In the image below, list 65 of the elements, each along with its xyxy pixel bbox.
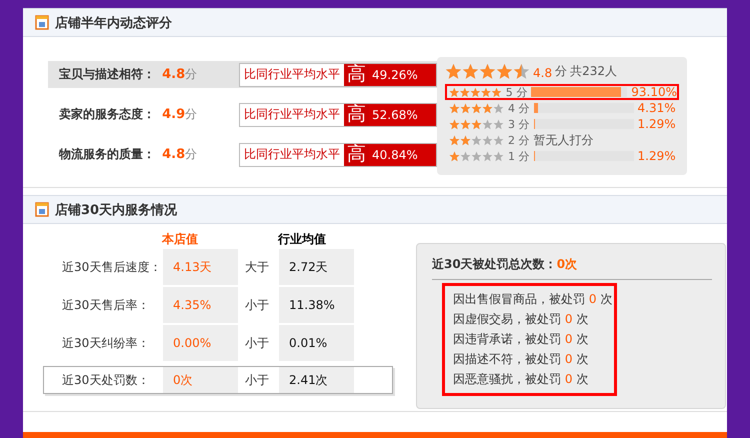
average-score: 4.8	[533, 66, 552, 80]
penalty-count: 0次	[556, 256, 578, 273]
shop-value: 4.35%	[163, 287, 238, 323]
selected-row[interactable]: 近30天处罚数： 0次 小于 2.41次	[43, 366, 393, 394]
comparison-text: 大于	[244, 258, 270, 276]
percent-value: 1.29%	[638, 117, 676, 131]
no-rating-text: 暂无人打分	[534, 132, 594, 148]
percent-value: 4.31%	[638, 101, 676, 115]
rating-label: 卖家的服务态度：	[59, 106, 156, 123]
penalty-item: 因恶意骚扰，被处罚 0 次	[453, 371, 590, 388]
row-label: 近30天纠纷率：	[61, 334, 150, 352]
rater-count: 共232人	[570, 63, 617, 80]
penalty-title: 近30天被处罚总次数：	[432, 256, 557, 273]
column-header: 行业均值	[278, 231, 326, 248]
rating-row[interactable]: 宝贝与描述相符： 4.8分 比同行业平均水平 高 49.26%	[48, 61, 437, 88]
grade-text: 高	[344, 144, 369, 166]
row-label: 近30天售后率：	[61, 296, 150, 314]
row-label: 近30天处罚数：	[61, 372, 150, 388]
industry-value: 0.01%	[279, 325, 354, 361]
rating-score: 4.9	[162, 107, 186, 122]
rating-score: 4.8	[162, 147, 186, 162]
comparison-text: 小于	[244, 334, 270, 352]
rating-label: 物流服务的质量：	[59, 146, 156, 163]
industry-value: 11.38%	[279, 287, 354, 323]
section-title: 店铺半年内动态评分	[55, 14, 172, 32]
penalty-item: 因违背承诺，被处罚 0 次	[453, 331, 590, 348]
grade-text: 高	[344, 64, 369, 86]
industry-value: 2.41次	[279, 367, 354, 393]
rating-label: 宝贝与描述相符：	[59, 66, 156, 83]
penalty-item: 因描述不符，被处罚 0 次	[453, 351, 590, 368]
star-label: 4 分	[508, 100, 530, 116]
rating-row[interactable]: 卖家的服务态度： 4.9分 比同行业平均水平 高 52.68%	[48, 101, 437, 128]
score-unit: 分	[185, 66, 198, 83]
penalty-item: 因虚假交易，被处罚 0 次	[453, 311, 590, 328]
store-icon	[35, 15, 49, 30]
comparison-text: 小于	[244, 296, 270, 314]
shop-value: 0.00%	[163, 325, 238, 361]
comparison-text: 小于	[244, 372, 270, 388]
row-label: 近30天售后速度：	[61, 258, 162, 276]
score-unit: 分	[185, 106, 198, 123]
column-header: 本店值	[162, 231, 199, 248]
comparison-percent: 52.68%	[369, 104, 436, 126]
comparison-percent: 40.84%	[369, 144, 436, 166]
percent-value: 93.10%	[631, 85, 677, 99]
table-row[interactable]: 近30天纠纷率： 0.00% 小于 0.01%	[43, 324, 393, 362]
rating-score: 4.8	[162, 67, 186, 82]
table-row[interactable]: 近30天售后速度： 4.13天 大于 2.72天	[43, 248, 393, 286]
comparison-text: 比同行业平均水平	[240, 64, 344, 86]
industry-value: 2.72天	[279, 249, 354, 285]
rating-row[interactable]: 物流服务的质量： 4.8分 比同行业平均水平 高 40.84%	[48, 141, 437, 168]
star-label: 2 分	[508, 132, 530, 148]
shop-value: 0次	[163, 367, 238, 393]
star-label: 5 分	[506, 84, 528, 100]
table-row[interactable]: 近30天售后率： 4.35% 小于 11.38%	[43, 286, 393, 324]
star-label: 1 分	[508, 148, 530, 164]
score-unit: 分	[185, 146, 198, 163]
score-unit: 分	[555, 63, 568, 80]
star-label: 3 分	[508, 116, 530, 132]
shop-value: 4.13天	[163, 249, 238, 285]
store-icon	[35, 202, 49, 217]
percent-value: 1.29%	[638, 149, 676, 163]
penalty-item: 因出售假冒商品，被处罚 0 次	[453, 291, 614, 308]
comparison-percent: 49.26%	[369, 64, 436, 86]
grade-text: 高	[344, 104, 369, 126]
section-title: 店铺30天内服务情况	[55, 202, 178, 218]
